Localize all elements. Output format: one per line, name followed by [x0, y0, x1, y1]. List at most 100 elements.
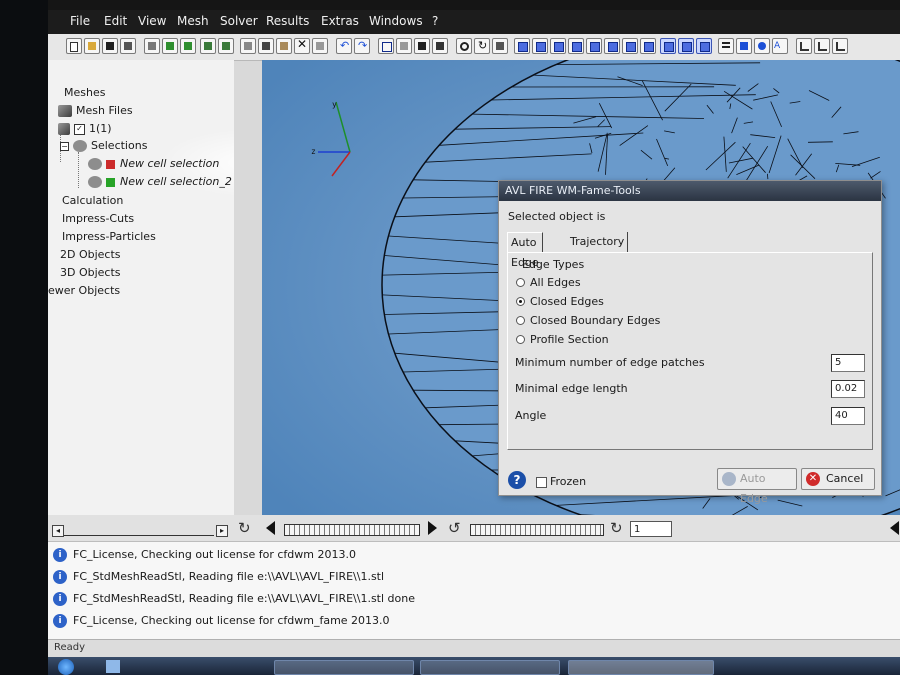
play-forward-icon[interactable]	[428, 521, 437, 535]
taskbar-window-1[interactable]	[274, 660, 414, 675]
blue-circle-icon[interactable]	[754, 38, 770, 54]
delete-icon[interactable]: ✕	[294, 38, 310, 54]
scroll-left-icon[interactable]: ◂	[52, 525, 64, 537]
section-icon[interactable]	[432, 38, 448, 54]
loop-icon[interactable]: ↺	[448, 519, 461, 537]
zoom-icon[interactable]	[456, 38, 472, 54]
save-icon[interactable]	[102, 38, 118, 54]
tree-item-calculation[interactable]: Calculation	[62, 194, 123, 207]
log-line: i FC_StdMeshReadStl, Reading file e:\\AVL…	[53, 570, 384, 584]
tab-trajectory[interactable]: Trajectory	[567, 232, 629, 252]
menu-solver[interactable]: Solver	[220, 14, 258, 28]
tree-item-3d-objects[interactable]: 3D Objects	[60, 266, 121, 279]
help-icon[interactable]: ?	[508, 471, 526, 489]
menu-extras[interactable]: Extras	[321, 14, 359, 28]
min-edge-patches-input[interactable]: 5	[831, 354, 865, 372]
menu-windows[interactable]: Windows	[369, 14, 423, 28]
view-right-icon[interactable]	[568, 38, 584, 54]
view-persp-icon[interactable]	[640, 38, 656, 54]
view-left-icon[interactable]	[550, 38, 566, 54]
auto-edge-button[interactable]: Auto Edge	[717, 468, 797, 505]
start-button-icon[interactable]	[58, 659, 74, 675]
tree-item-2d-objects[interactable]: 2D Objects	[60, 248, 121, 261]
angle-input[interactable]: 40	[831, 407, 865, 425]
view-bottom-icon[interactable]	[604, 38, 620, 54]
option-closed-boundary-edges[interactable]: Closed Boundary Edges	[530, 314, 660, 327]
cut-icon[interactable]	[258, 38, 274, 54]
tree-item-meshes[interactable]: Meshes	[64, 86, 105, 99]
menu-edit[interactable]: Edit	[104, 14, 127, 28]
tree-item-viewer-objects[interactable]: ewer Objects	[48, 284, 120, 297]
tab-auto-edge[interactable]: Auto Edge	[507, 232, 543, 269]
menu-view[interactable]: View	[138, 14, 166, 28]
paste-icon[interactable]	[276, 38, 292, 54]
frozen-checkbox[interactable]	[536, 477, 547, 488]
frame-track[interactable]	[284, 524, 420, 536]
export-icon[interactable]	[180, 38, 196, 54]
pan-icon[interactable]	[492, 38, 508, 54]
view-iso-icon[interactable]	[622, 38, 638, 54]
play-backward-icon[interactable]	[266, 521, 275, 535]
new-file-icon[interactable]	[66, 38, 82, 54]
plot-icon[interactable]	[814, 38, 830, 54]
option-profile-section[interactable]: Profile Section	[530, 333, 609, 346]
display-wire-icon[interactable]	[678, 38, 694, 54]
radio-profile-section[interactable]	[516, 335, 525, 344]
tree-item-impress-particles[interactable]: Impress-Particles	[62, 230, 156, 243]
import-icon[interactable]	[162, 38, 178, 54]
list-icon[interactable]	[718, 38, 734, 54]
text-label-icon[interactable]: A	[772, 38, 788, 54]
tree-item-selection-2[interactable]: New cell selection_2	[88, 175, 232, 188]
radio-all-edges[interactable]	[516, 278, 525, 287]
visibility-checkbox[interactable]: ✓	[74, 123, 85, 135]
display-shade-icon[interactable]	[696, 38, 712, 54]
tree-item-mesh-1[interactable]: ✓ 1(1)	[58, 122, 112, 135]
wire-cube-icon[interactable]	[378, 38, 394, 54]
copy-icon[interactable]	[240, 38, 256, 54]
min-edge-length-input[interactable]: 0.02	[831, 380, 865, 398]
option-all-edges[interactable]: All Edges	[530, 276, 581, 289]
undo-icon[interactable]: ↶	[336, 38, 352, 54]
blue-square-icon[interactable]	[736, 38, 752, 54]
rotate-icon[interactable]: ↻	[474, 38, 490, 54]
menu-results[interactable]: Results	[266, 14, 309, 28]
tree-item-impress-cuts[interactable]: Impress-Cuts	[62, 212, 134, 225]
view-front-icon[interactable]	[514, 38, 530, 54]
menu-help[interactable]: ?	[432, 14, 438, 28]
redo-icon[interactable]: ↷	[354, 38, 370, 54]
view-back-icon[interactable]	[532, 38, 548, 54]
taskbar-window-2[interactable]	[420, 660, 560, 675]
graph-icon[interactable]	[832, 38, 848, 54]
radio-closed-edges[interactable]	[516, 297, 525, 306]
reset-icon[interactable]: ↻	[610, 519, 623, 537]
frame-input[interactable]: 1	[630, 521, 672, 537]
open-folder-icon[interactable]	[84, 38, 100, 54]
surface-cube-icon[interactable]	[396, 38, 412, 54]
collapse-icon[interactable]: −	[60, 141, 69, 151]
refresh-icon[interactable]: ↻	[238, 519, 251, 537]
menu-file[interactable]: File	[70, 14, 90, 28]
dialog-title[interactable]: AVL FIRE WM-Fame-Tools	[499, 181, 881, 201]
mesh-tool-2-icon[interactable]	[218, 38, 234, 54]
horizontal-scrollbar[interactable]	[64, 535, 214, 536]
mesh-tool-1-icon[interactable]	[200, 38, 216, 54]
chart-icon[interactable]	[796, 38, 812, 54]
tree-item-selection-1[interactable]: New cell selection	[88, 157, 219, 170]
explorer-icon[interactable]	[106, 660, 120, 673]
solid-cube-icon[interactable]	[414, 38, 430, 54]
radio-closed-boundary-edges[interactable]	[516, 316, 525, 325]
time-track[interactable]	[470, 524, 604, 536]
tree-item-mesh-files[interactable]: Mesh Files	[58, 104, 133, 117]
edit-tool-icon[interactable]	[144, 38, 160, 54]
panel-left-arrow-icon[interactable]	[890, 521, 899, 535]
display-mesh-icon[interactable]	[660, 38, 676, 54]
menu-mesh[interactable]: Mesh	[177, 14, 209, 28]
tree-item-selections[interactable]: − Selections	[60, 139, 147, 152]
print-icon[interactable]	[120, 38, 136, 54]
taskbar-window-3[interactable]	[568, 660, 714, 675]
option-closed-edges[interactable]: Closed Edges	[530, 295, 604, 308]
view-top-icon[interactable]	[586, 38, 602, 54]
duplicate-icon[interactable]	[312, 38, 328, 54]
cancel-button[interactable]: ✕ Cancel	[801, 468, 875, 490]
scroll-right-icon[interactable]: ▸	[216, 525, 228, 537]
